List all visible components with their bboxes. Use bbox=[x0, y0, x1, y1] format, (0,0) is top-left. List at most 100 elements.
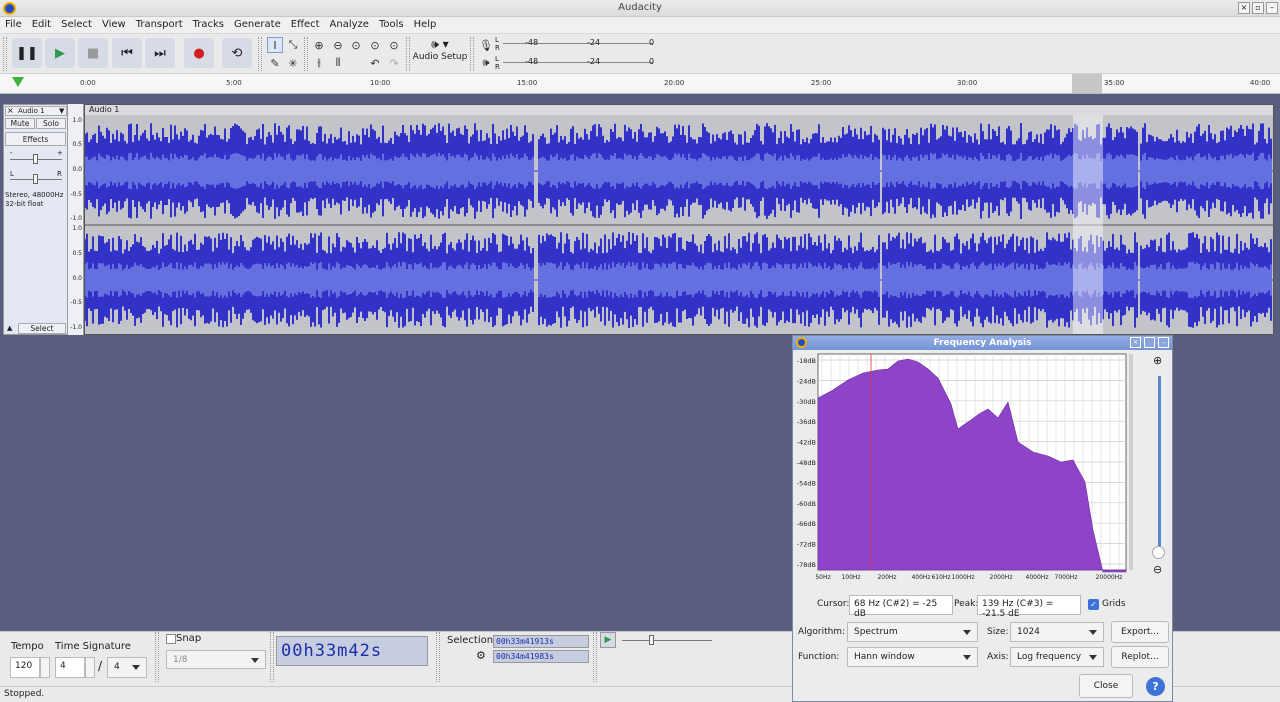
size-dropdown[interactable]: 1024 bbox=[1010, 622, 1104, 642]
dialog-minimize-button[interactable]: – bbox=[1158, 337, 1169, 348]
close-button[interactable]: Close bbox=[1079, 674, 1133, 698]
microphone-icon[interactable]: 🎙 bbox=[478, 37, 494, 53]
export-button[interactable]: Export... bbox=[1111, 621, 1169, 643]
toolbar-grip[interactable] bbox=[155, 632, 159, 682]
zoom-in-icon[interactable]: ⊕ bbox=[311, 37, 327, 53]
peak-field[interactable]: 139 Hz (C#3) = -21.5 dE bbox=[977, 595, 1081, 619]
skip-start-button[interactable]: ⏮ bbox=[112, 38, 142, 68]
menu-help[interactable]: Help bbox=[409, 17, 442, 30]
menu-transport[interactable]: Transport bbox=[131, 17, 188, 30]
select-track-button[interactable]: Select bbox=[18, 323, 66, 334]
draw-tool-icon[interactable]: ✎ bbox=[267, 55, 283, 71]
vertical-zoom-thumb[interactable] bbox=[1152, 546, 1165, 559]
fit-selection-icon[interactable]: ⊙ bbox=[348, 37, 364, 53]
loop-button[interactable]: ⟲ bbox=[222, 38, 252, 68]
envelope-tool-icon[interactable]: ⤡ bbox=[285, 37, 301, 53]
toolbar-grip[interactable] bbox=[406, 37, 410, 71]
minimize-window-button[interactable]: – bbox=[1266, 2, 1278, 14]
track-name-menu[interactable]: × Audio 1 ▼ bbox=[5, 106, 67, 116]
cursor-field[interactable]: 68 Hz (C#2) = -25 dB bbox=[849, 595, 953, 619]
menu-file[interactable]: File bbox=[0, 17, 27, 30]
dialog-close-button[interactable]: × bbox=[1130, 337, 1141, 348]
snap-checkbox[interactable] bbox=[166, 634, 176, 644]
axis-dropdown[interactable]: Log frequency bbox=[1010, 647, 1104, 667]
waveform-clip[interactable]: Audio 1 bbox=[84, 104, 1274, 335]
selection-end-field[interactable]: 00h34m41983s bbox=[493, 650, 589, 663]
toolbar-grip[interactable] bbox=[270, 632, 274, 682]
time-signature-numerator[interactable]: 4 bbox=[55, 657, 85, 678]
redo-icon[interactable]: ↷ bbox=[386, 55, 402, 71]
time-signature-denominator[interactable]: 4 bbox=[107, 657, 147, 678]
record-meter[interactable]: L R -48 -24 0 bbox=[495, 36, 660, 52]
grids-checkbox[interactable]: ✓ bbox=[1088, 599, 1099, 610]
effects-button[interactable]: Effects bbox=[5, 132, 66, 146]
menu-view[interactable]: View bbox=[97, 17, 131, 30]
multi-tool-icon[interactable]: ✳ bbox=[285, 55, 301, 71]
record-button[interactable]: ● bbox=[184, 38, 214, 68]
mute-button[interactable]: Mute bbox=[5, 118, 35, 129]
playback-meter-icon[interactable]: 🕪 bbox=[478, 55, 494, 71]
playhead-triangle-icon[interactable] bbox=[12, 77, 24, 87]
selection-start-field[interactable]: 00h33m41913s bbox=[493, 635, 589, 648]
play-speed-thumb[interactable] bbox=[649, 635, 654, 645]
toolbar-grip[interactable] bbox=[436, 632, 440, 682]
replot-button[interactable]: Replot... bbox=[1111, 646, 1169, 668]
audio-setup-button[interactable]: 🕪 ▾ Audio Setup bbox=[412, 37, 468, 71]
time-display[interactable]: 00h33m42s bbox=[276, 636, 428, 666]
selection-tool-icon[interactable]: I bbox=[267, 37, 283, 53]
menu-analyze[interactable]: Analyze bbox=[325, 17, 374, 30]
play-speed-slider[interactable] bbox=[622, 640, 712, 641]
menu-select[interactable]: Select bbox=[56, 17, 97, 30]
toolbar-grip[interactable] bbox=[304, 37, 308, 71]
play-at-speed-button[interactable]: ▶ bbox=[600, 632, 616, 648]
menu-effect[interactable]: Effect bbox=[286, 17, 325, 30]
close-window-button[interactable]: × bbox=[1238, 2, 1250, 14]
menu-tools[interactable]: Tools bbox=[374, 17, 409, 30]
menu-generate[interactable]: Generate bbox=[229, 17, 286, 30]
close-track-icon[interactable]: × bbox=[7, 106, 14, 115]
selection-settings-icon[interactable]: ⚙ bbox=[476, 649, 486, 662]
zoom-out-icon[interactable]: ⊖ bbox=[1153, 563, 1162, 576]
tempo-spinner[interactable] bbox=[40, 657, 50, 678]
time-selection[interactable] bbox=[1073, 115, 1103, 334]
collapse-track-icon[interactable]: ▲ bbox=[7, 324, 12, 332]
cursor-label: Cursor: bbox=[817, 599, 850, 609]
clip-header[interactable]: Audio 1 bbox=[85, 105, 1273, 115]
help-button[interactable]: ? bbox=[1146, 677, 1165, 696]
numerator-spinner[interactable] bbox=[85, 657, 95, 678]
playback-meter[interactable]: L R -48 -24 0 bbox=[495, 55, 660, 71]
dialog-title-bar[interactable]: Frequency Analysis bbox=[793, 336, 1172, 350]
toolbar-grip[interactable] bbox=[3, 37, 7, 71]
toolbar-grip[interactable] bbox=[258, 37, 262, 71]
fit-project-icon[interactable]: ⊙ bbox=[367, 37, 383, 53]
function-dropdown[interactable]: Hann window bbox=[847, 647, 978, 667]
pan-slider-thumb[interactable] bbox=[33, 174, 38, 184]
trim-audio-icon[interactable]: ⫲ bbox=[311, 55, 327, 71]
gain-slider-thumb[interactable] bbox=[33, 154, 38, 164]
timeline-ruler[interactable]: 0:00 5:00 10:00 15:00 20:00 25:00 30:00 … bbox=[0, 74, 1280, 94]
dialog-maximize-button[interactable] bbox=[1144, 337, 1155, 348]
stop-button[interactable]: ■ bbox=[78, 38, 108, 68]
gain-plus-label: + bbox=[57, 149, 63, 157]
algorithm-dropdown[interactable]: Spectrum bbox=[847, 622, 978, 642]
menu-edit[interactable]: Edit bbox=[27, 17, 56, 30]
spectrum-plot[interactable]: -18dB -24dB -30dB -36dB -42dB -48dB -54dB -60dB… bbox=[793, 352, 1133, 588]
skip-end-button[interactable]: ⏭ bbox=[145, 38, 175, 68]
toolbar-grip[interactable] bbox=[470, 37, 474, 71]
silence-audio-icon[interactable]: ⫴ bbox=[330, 55, 346, 71]
freq-label: 200Hz bbox=[877, 574, 896, 581]
play-button[interactable]: ▶ bbox=[45, 38, 75, 68]
zoom-out-icon[interactable]: ⊖ bbox=[330, 37, 346, 53]
solo-button[interactable]: Solo bbox=[36, 118, 66, 129]
vertical-zoom-slider[interactable] bbox=[1158, 376, 1161, 548]
toolbar-grip[interactable] bbox=[593, 632, 597, 682]
waveform-rms bbox=[672, 152, 774, 190]
zoom-in-icon[interactable]: ⊕ bbox=[1153, 354, 1162, 367]
tempo-field[interactable]: 120 bbox=[10, 657, 40, 678]
menu-tracks[interactable]: Tracks bbox=[188, 17, 229, 30]
pause-button[interactable]: ❚❚ bbox=[12, 38, 42, 68]
maximize-window-button[interactable]: ▫ bbox=[1252, 2, 1264, 14]
undo-icon[interactable]: ↶ bbox=[367, 55, 383, 71]
zoom-toggle-icon[interactable]: ⊙ bbox=[386, 37, 402, 53]
snap-dropdown[interactable]: 1/8 bbox=[166, 650, 266, 669]
